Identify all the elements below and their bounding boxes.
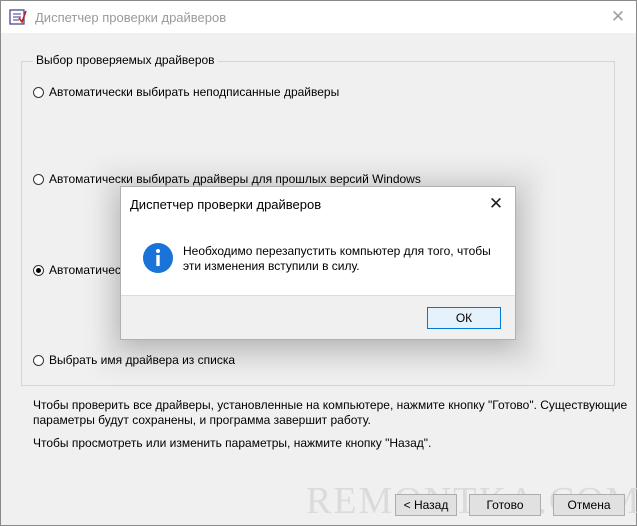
dialog-close-icon[interactable]: ✕ xyxy=(486,194,506,214)
checklist-app-icon xyxy=(9,9,27,25)
dialog-title: Диспетчер проверки драйверов xyxy=(130,197,322,212)
info-line-2: параметры будут сохранены, и программа з… xyxy=(33,413,371,427)
radio-label: Автоматически выбирать неподписанные дра… xyxy=(49,85,340,99)
radio-button-icon[interactable] xyxy=(33,173,44,185)
radio-button-icon[interactable] xyxy=(33,86,44,98)
ok-button[interactable]: ОК xyxy=(427,307,501,329)
info-icon xyxy=(143,243,173,273)
restart-message-dialog: Диспетчер проверки драйверов ✕ Необходим… xyxy=(120,186,516,340)
dialog-message: Необходимо перезапустить компьютер для т… xyxy=(183,244,503,274)
window-close-icon[interactable]: ✕ xyxy=(608,7,628,27)
dialog-message-line-2: эти изменения вступили в силу. xyxy=(183,259,360,273)
group-legend: Выбор проверяемых драйверов xyxy=(33,53,218,67)
cancel-button[interactable]: Отмена xyxy=(553,494,625,516)
radio-unsigned-drivers[interactable]: Автоматически выбирать неподписанные дра… xyxy=(33,85,339,99)
back-button[interactable]: < Назад xyxy=(395,494,457,516)
window-title: Диспетчер проверки драйверов xyxy=(35,10,227,25)
title-bar: Диспетчер проверки драйверов ✕ xyxy=(1,1,636,33)
radio-button-checked-icon[interactable] xyxy=(33,264,44,276)
dialog-message-line-1: Необходимо перезапустить компьютер для т… xyxy=(183,244,491,258)
info-line-1: Чтобы проверить все драйверы, установлен… xyxy=(33,398,628,412)
info-line-3: Чтобы просмотреть или изменить параметры… xyxy=(33,436,432,450)
finish-button[interactable]: Готово xyxy=(469,494,541,516)
dialog-footer: ОК xyxy=(121,295,515,339)
radio-button-icon[interactable] xyxy=(33,354,44,366)
